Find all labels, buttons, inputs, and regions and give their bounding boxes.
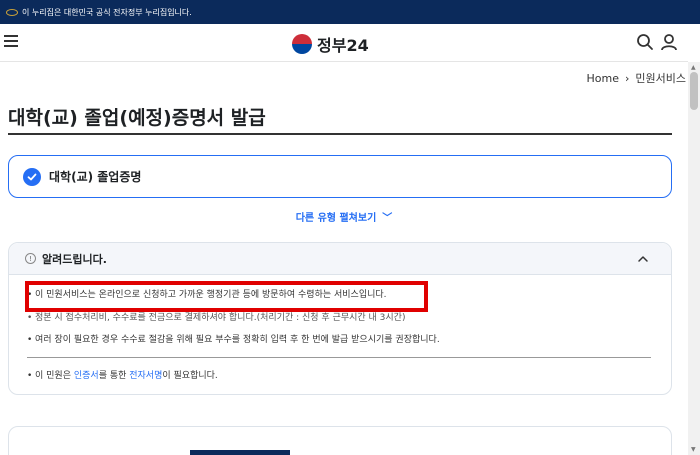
gov-banner-text: 이 누리집은 대한민국 공식 전자정부 누리집입니다. [22,7,192,17]
highlight-annotation-box [25,281,428,312]
site-header: 정부24 [0,24,688,62]
user-icon[interactable] [660,33,678,51]
expand-label: 다른 유형 펼쳐보기 [295,213,377,224]
notice-divider [27,356,651,358]
taegeuk-logo-icon [292,34,312,54]
notice-header[interactable]: ! 알려드립니다. [9,243,671,275]
notice-item: 여러 장이 필요한 경우 수수료 절감을 위해 필요 부수를 정확히 입력 후 … [27,334,651,347]
breadcrumb-separator: › [624,71,630,85]
cert-text-mid: 를 통한 [98,370,130,381]
breadcrumb: Home › 민원서비스 [587,70,687,86]
certificate-link[interactable]: 인증서 [74,371,99,381]
cert-text-suffix: 이 필요합니다. [162,370,218,381]
option-label: 대학(교) 졸업증명 [49,170,142,184]
next-section-card [8,426,672,455]
notice-panel: ! 알려드립니다. 이 민원서비스는 온라인으로 신청하고 가까운 행정기관 등… [8,242,672,395]
site-logo[interactable]: 정부24 [292,32,369,56]
page-scrollbar[interactable]: ▲ ▼ [688,62,700,455]
bottom-strip [190,450,290,455]
page-title: 대학(교) 졸업(예정)증명서 발급 [8,107,266,129]
notice-title: 알려드립니다. [42,252,107,266]
hamburger-menu-icon[interactable] [4,35,18,47]
breadcrumb-current[interactable]: 민원서비스 [635,70,686,86]
breadcrumb-home[interactable]: Home [587,72,619,85]
scroll-up-icon[interactable]: ▲ [691,64,696,71]
cert-text-prefix: 이 민원은 [35,370,74,381]
e-signature-link[interactable]: 전자서명 [129,371,162,381]
search-icon[interactable] [636,33,654,51]
title-divider [8,133,672,135]
scrollbar-thumb[interactable] [690,72,698,110]
gov-emblem-icon [6,8,18,16]
expand-other-types-button[interactable]: 다른 유형 펼쳐보기 ﹀ [0,209,688,224]
logo-text: 정부24 [317,36,369,55]
info-icon: ! [25,253,36,264]
chevron-up-icon[interactable] [637,253,649,265]
gov-official-banner: 이 누리집은 대한민국 공식 전자정부 누리집입니다. [0,0,700,24]
option-card-graduation[interactable]: 대학(교) 졸업증명 [8,155,672,198]
notice-item-cert: 이 민원은 인증서를 통한 전자서명이 필요합니다. [27,370,651,383]
check-icon [23,167,41,186]
chevron-down-icon: ﹀ [382,213,393,224]
notice-item: 정본 시 접수처리비, 수수료를 전금으로 결제하셔야 합니다.(처리기간 : … [27,312,651,325]
scroll-down-icon[interactable]: ▼ [691,446,696,453]
